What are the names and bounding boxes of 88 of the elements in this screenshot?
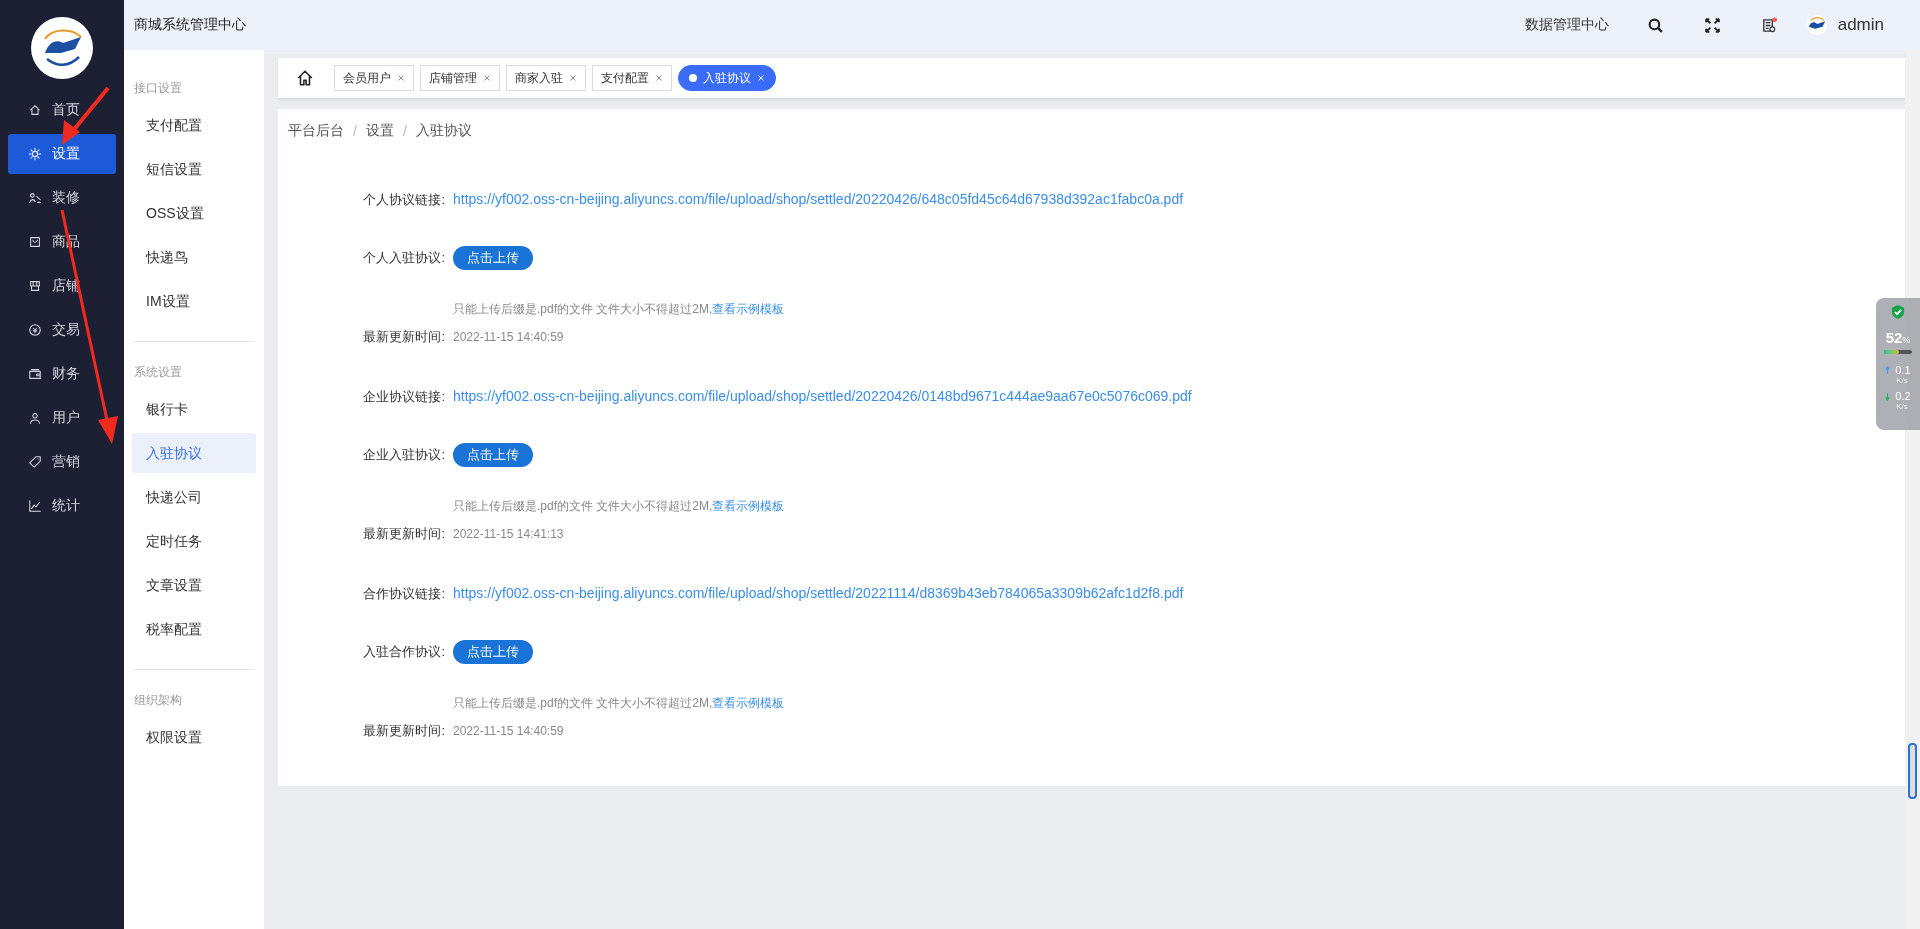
submenu-group-title: 接口设置 <box>133 80 183 97</box>
close-icon[interactable] <box>655 74 663 82</box>
close-icon[interactable] <box>569 74 577 82</box>
download-speed: 0.2 <box>1895 390 1911 402</box>
field-label: 最新更新时间: <box>362 722 446 740</box>
breadcrumb-separator: / <box>402 123 407 139</box>
notes-icon[interactable] <box>1760 16 1778 34</box>
field-label: 企业入驻协议: <box>362 446 446 464</box>
gear-icon <box>28 147 42 161</box>
fullscreen-icon[interactable] <box>1703 16 1721 34</box>
field-label: 个人入驻协议: <box>362 249 446 267</box>
tab[interactable]: 商家入驻 <box>506 65 586 91</box>
agreement-link[interactable]: https://yf002.oss-cn-beijing.aliyuncs.com/file/upload/shop/settled/20220426/0148bd9671c444ae9aa67e0c5076c069.pdf <box>453 388 1192 406</box>
upload-speed: 0.1 <box>1895 364 1911 376</box>
sidebar-item[interactable]: 营销 <box>8 442 116 482</box>
submenu-item[interactable]: 税率配置 <box>132 609 256 649</box>
data-center-link[interactable]: 数据管理中心 <box>1524 16 1609 34</box>
download-arrow-icon <box>1885 391 1891 401</box>
template-link[interactable]: 查看示例模板 <box>712 302 785 316</box>
coin-icon <box>28 323 42 337</box>
dot-icon <box>689 74 697 82</box>
tab[interactable]: 支付配置 <box>592 65 672 91</box>
update-time: 2022-11-15 14:41:13 <box>453 527 564 541</box>
field-label: 合作协议链接: <box>362 585 446 603</box>
update-time: 2022-11-15 14:40:59 <box>453 330 564 344</box>
sidebar-item[interactable]: 装修 <box>8 178 116 218</box>
user-icon <box>28 411 42 425</box>
usage-percent: 52% <box>1885 330 1911 348</box>
close-icon[interactable] <box>483 74 491 82</box>
field-label: 入驻合作协议: <box>362 643 446 661</box>
breadcrumb-item[interactable]: 设置 <box>365 122 394 140</box>
field-label: 最新更新时间: <box>362 525 446 543</box>
upload-button[interactable]: 点击上传 <box>453 443 533 467</box>
upload-hint: 只能上传后缀是.pdf的文件 文件大小不得超过2M,查看示例模板 <box>453 301 785 318</box>
avatar-icon <box>1805 14 1828 36</box>
upload-arrow-icon <box>1885 365 1891 375</box>
submenu-item[interactable]: IM设置 <box>132 281 256 321</box>
template-link[interactable]: 查看示例模板 <box>712 696 785 710</box>
submenu-item[interactable]: 快递鸟 <box>132 237 256 277</box>
breadcrumb-separator: / <box>353 123 357 139</box>
agreement-link[interactable]: https://yf002.oss-cn-beijing.aliyuncs.com/file/upload/shop/settled/20220426/648c05fd45c64d67938d392ac1fabc0a.pdf <box>453 191 1184 209</box>
upload-hint: 只能上传后缀是.pdf的文件 文件大小不得超过2M,查看示例模板 <box>453 498 785 515</box>
tab[interactable]: 会员用户 <box>334 65 414 91</box>
user-name[interactable]: admin <box>1837 15 1884 35</box>
submenu-item[interactable]: OSS设置 <box>132 193 256 233</box>
home-icon[interactable] <box>296 69 314 87</box>
breadcrumb-item: 入驻协议 <box>415 122 472 140</box>
submenu-item[interactable]: 银行卡 <box>132 389 256 429</box>
submenu-item[interactable]: 快递公司 <box>132 477 256 517</box>
submenu-item[interactable]: 文章设置 <box>132 565 256 605</box>
app-title: 商城系统管理中心 <box>134 16 246 34</box>
submenu-item[interactable]: 权限设置 <box>132 717 256 757</box>
field-label: 企业协议链接: <box>362 388 446 406</box>
chart-icon <box>28 499 42 513</box>
submenu-group-title: 系统设置 <box>133 364 183 381</box>
home-icon <box>28 103 42 117</box>
sidebar-item[interactable]: 用户 <box>8 398 116 438</box>
close-icon[interactable] <box>397 74 405 82</box>
box-icon <box>28 235 42 249</box>
tab[interactable]: 店铺管理 <box>420 65 500 91</box>
tab[interactable]: 入驻协议 <box>678 65 776 91</box>
submenu-item[interactable]: 支付配置 <box>132 105 256 145</box>
submenu-group-title: 组织架构 <box>133 692 183 709</box>
upload-hint: 只能上传后缀是.pdf的文件 文件大小不得超过2M,查看示例模板 <box>453 695 785 712</box>
submenu-item[interactable]: 短信设置 <box>132 149 256 189</box>
shop-icon <box>28 279 42 293</box>
template-link[interactable]: 查看示例模板 <box>712 499 785 513</box>
field-label: 最新更新时间: <box>362 328 446 346</box>
upload-button[interactable]: 点击上传 <box>453 246 533 270</box>
brush-icon <box>28 191 42 205</box>
wallet-icon <box>28 367 42 381</box>
tag-icon <box>28 455 42 469</box>
sidebar-item[interactable]: 交易 <box>8 310 116 350</box>
agreement-link[interactable]: https://yf002.oss-cn-beijing.aliyuncs.com/file/upload/shop/settled/20221114/d8369b43eb784065a3309b62afc1d2f8.pdf <box>453 585 1184 603</box>
update-time: 2022-11-15 14:40:59 <box>453 724 564 738</box>
sidebar-item[interactable]: 财务 <box>8 354 116 394</box>
sidebar-item[interactable]: 统计 <box>8 486 116 526</box>
submenu-item[interactable]: 入驻协议 <box>132 433 256 473</box>
field-label: 个人协议链接: <box>362 191 446 209</box>
shield-icon <box>1891 304 1905 320</box>
sidebar-item[interactable]: 首页 <box>8 90 116 130</box>
search-icon[interactable] <box>1646 16 1664 34</box>
sidebar-item[interactable]: 设置 <box>8 134 116 174</box>
breadcrumb-item[interactable]: 平台后台 <box>288 122 344 140</box>
upload-button[interactable]: 点击上传 <box>453 640 533 664</box>
usage-bar <box>1884 350 1912 354</box>
logo-icon <box>31 17 93 79</box>
submenu-item[interactable]: 定时任务 <box>132 521 256 561</box>
